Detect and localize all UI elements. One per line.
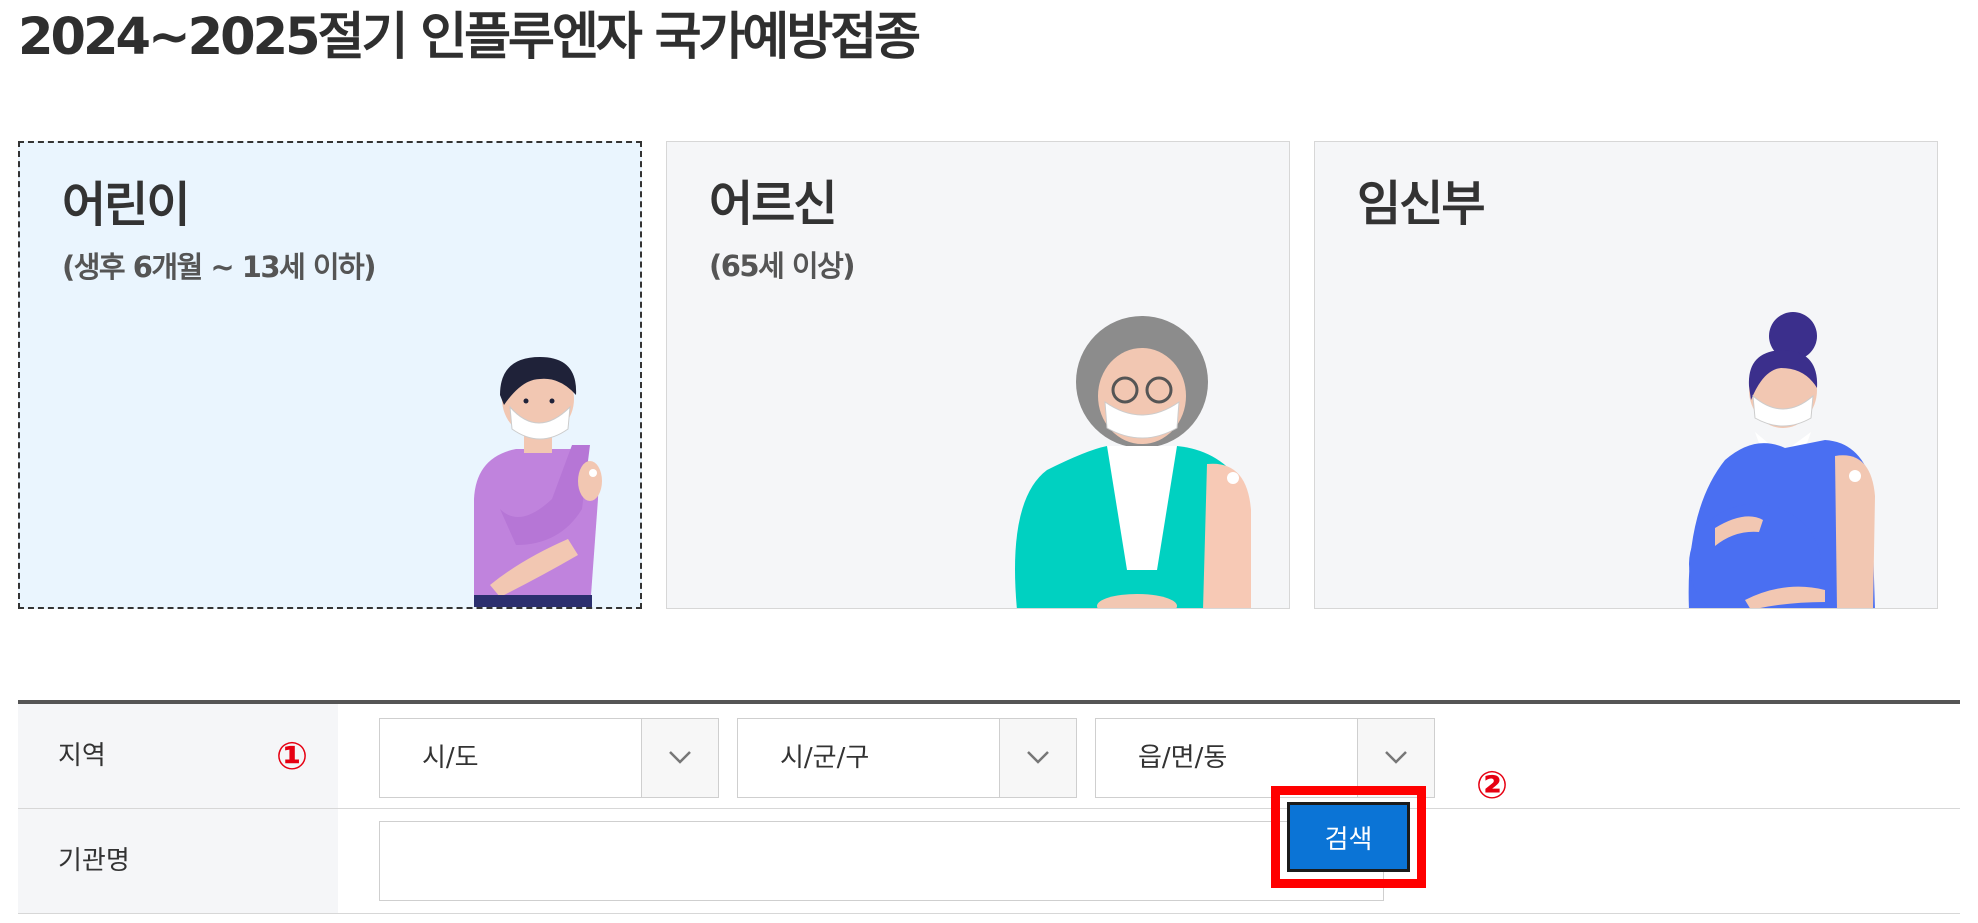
child-vaccination-illustration xyxy=(474,357,602,607)
elderly-vaccination-illustration xyxy=(1015,316,1251,608)
region-label: 지역 xyxy=(58,741,106,771)
search-form: 지역 ① 시/도 시/군/구 읍/면/동 기관명 xyxy=(18,700,1960,914)
region-row: 지역 ① 시/도 시/군/구 읍/면/동 xyxy=(18,704,1960,809)
chevron-down-icon xyxy=(669,751,691,764)
card-subtitle: (생후 6개월 ~ 13세 이하) xyxy=(62,250,377,284)
institution-name-input[interactable] xyxy=(379,821,1384,901)
pregnant-vaccination-illustration xyxy=(1688,312,1875,608)
annotation-marker-2: ② xyxy=(1476,763,1509,807)
sigungu-dropdown-toggle[interactable] xyxy=(999,719,1076,797)
sido-dropdown-toggle[interactable] xyxy=(641,719,718,797)
institution-label: 기관명 xyxy=(58,846,130,876)
region-label-cell: 지역 ① xyxy=(18,704,338,808)
sido-select[interactable]: 시/도 xyxy=(379,718,719,798)
annotation-marker-1: ① xyxy=(276,734,309,778)
page-title: 2024~2025절기 인플루엔자 국가예방접종 xyxy=(18,8,921,67)
sido-select-value: 시/도 xyxy=(422,743,479,773)
card-title: 임신부 xyxy=(1357,176,1485,232)
institution-label-cell: 기관명 xyxy=(18,809,338,913)
sigungu-select[interactable]: 시/군/구 xyxy=(737,718,1077,798)
sigungu-select-value: 시/군/구 xyxy=(780,743,870,773)
chevron-down-icon xyxy=(1385,751,1407,764)
search-button[interactable]: 검색 xyxy=(1287,802,1410,872)
card-title: 어르신 xyxy=(709,176,837,232)
card-title: 어린이 xyxy=(62,177,190,233)
dong-select-value: 읍/면/동 xyxy=(1138,743,1228,773)
card-pregnant[interactable]: 임신부 xyxy=(1314,141,1938,609)
card-child[interactable]: 어린이 (생후 6개월 ~ 13세 이하) xyxy=(18,141,642,609)
institution-row: 기관명 xyxy=(18,809,1960,914)
chevron-down-icon xyxy=(1027,751,1049,764)
card-subtitle: (65세 이상) xyxy=(709,249,856,283)
card-elderly[interactable]: 어르신 (65세 이상) xyxy=(666,141,1290,609)
